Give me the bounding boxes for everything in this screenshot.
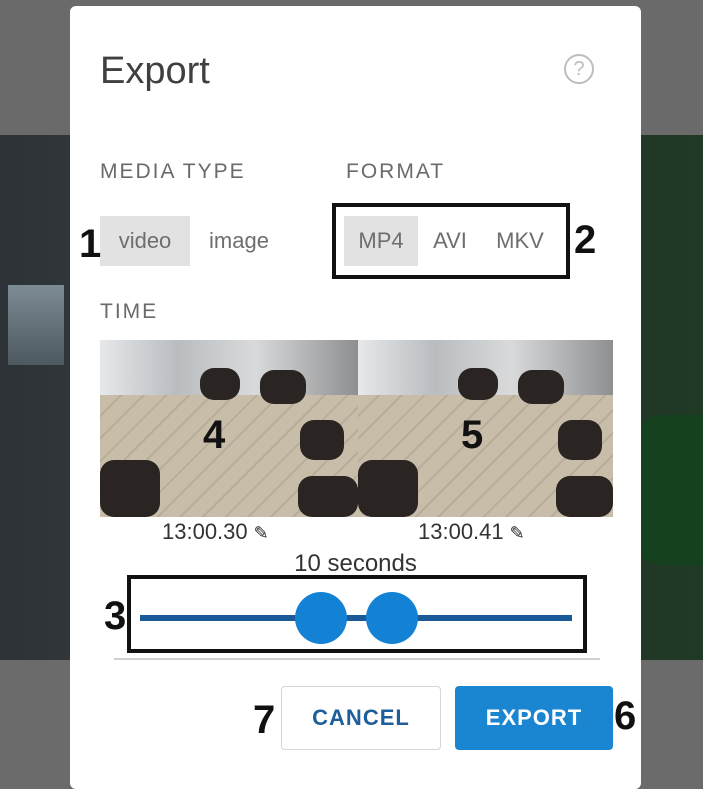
export-dialog: Export ? MEDIA TYPE video image FORMAT M… <box>70 6 641 789</box>
end-time[interactable]: 13:00.41 ✎ <box>418 519 525 545</box>
backdrop-plant <box>633 415 703 565</box>
time-label: TIME <box>100 300 159 323</box>
media-type-video[interactable]: video <box>100 216 190 266</box>
annotation-4: 4 <box>203 413 226 457</box>
media-type-label: MEDIA TYPE <box>100 160 246 183</box>
media-type-image[interactable]: image <box>190 216 288 266</box>
cancel-button[interactable]: CANCEL <box>281 686 441 750</box>
end-frame-thumbnail[interactable]: 5 <box>358 340 613 517</box>
format-annotation-box <box>332 203 570 279</box>
duration-label: 10 seconds <box>294 550 417 577</box>
start-frame-thumbnail[interactable]: 4 <box>100 340 358 517</box>
annotation-2: 2 <box>574 218 597 262</box>
backdrop-window <box>8 285 64 365</box>
start-time[interactable]: 13:00.30 ✎ <box>162 519 269 545</box>
question-circle-icon[interactable]: ? <box>564 54 594 84</box>
annotation-5: 5 <box>461 413 484 457</box>
annotation-7: 7 <box>253 698 276 742</box>
pencil-icon[interactable]: ✎ <box>510 523 525 544</box>
annotation-1: 1 <box>79 222 102 266</box>
export-button[interactable]: EXPORT <box>455 686 613 750</box>
slider-divider <box>114 658 600 660</box>
dialog-title: Export <box>100 50 210 92</box>
annotation-6: 6 <box>614 694 637 738</box>
end-time-value: 13:00.41 <box>418 519 504 544</box>
format-label: FORMAT <box>346 160 446 183</box>
media-type-segmented: video image <box>100 216 288 266</box>
pencil-icon[interactable]: ✎ <box>254 523 269 544</box>
annotation-3: 3 <box>104 594 127 638</box>
slider-annotation-box <box>127 575 587 653</box>
start-time-value: 13:00.30 <box>162 519 248 544</box>
